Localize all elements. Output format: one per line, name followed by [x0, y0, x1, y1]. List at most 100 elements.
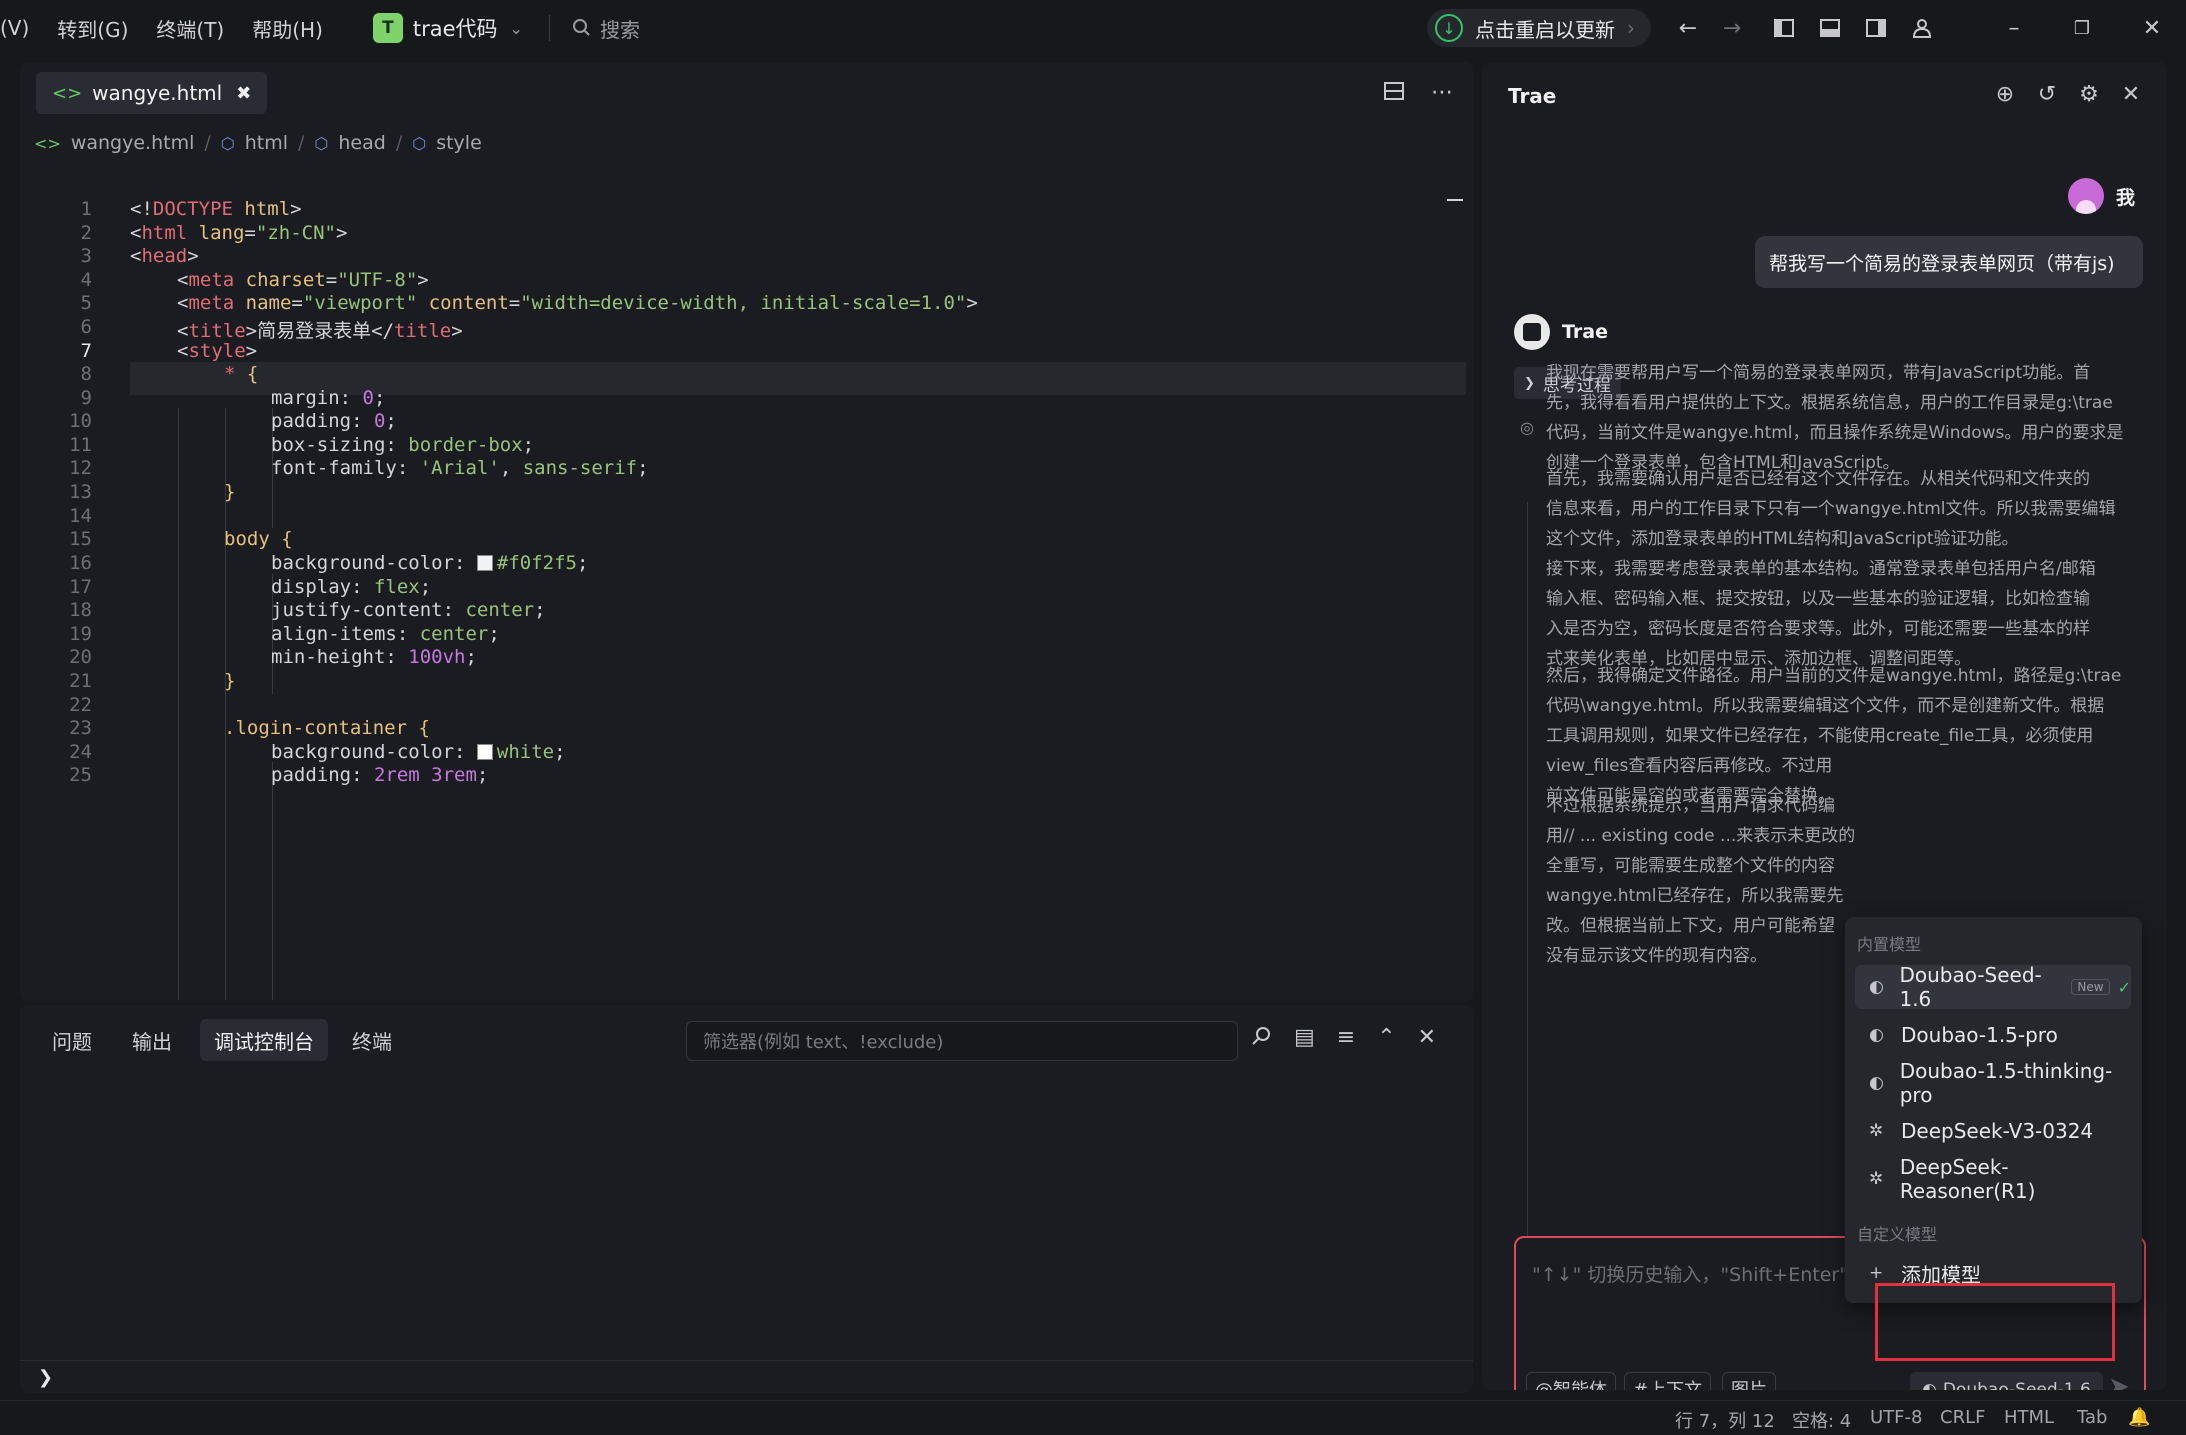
- project-name: trae代码: [412, 17, 498, 41]
- image-chip[interactable]: 图片: [1722, 1372, 1776, 1390]
- code-area[interactable]: 1 2 3 4 5 6 7 8 9 10 11 12 13 14 15 16 17 18 19 20 21 22 23 24 2…: [20, 180, 1473, 1000]
- breadcrumb-separator: /: [395, 132, 403, 154]
- chevron-down-icon: ❯: [1524, 375, 1535, 391]
- toggle-bottom-panel-icon[interactable]: [1814, 12, 1846, 44]
- close-tab-icon[interactable]: ✖: [236, 83, 251, 104]
- minimap-cursor: [1447, 199, 1463, 201]
- gear-icon[interactable]: ⚙: [2077, 82, 2101, 107]
- breadcrumb-separator: /: [204, 132, 211, 154]
- html-file-icon: <>: [52, 82, 83, 104]
- model-option[interactable]: ◐ Doubao-1.5-pro: [1855, 1013, 2131, 1057]
- check-icon: ✓: [2117, 977, 2131, 997]
- bell-icon[interactable]: 🔔: [2128, 1407, 2150, 1428]
- code-line: <!DOCTYPE html>: [130, 198, 302, 220]
- breadcrumb-item[interactable]: head: [338, 132, 385, 154]
- user-header: 我: [2067, 178, 2135, 214]
- code-line: }: [224, 481, 236, 503]
- close-window-icon[interactable]: ✕: [2136, 12, 2168, 44]
- menu-terminal[interactable]: 终端(T): [156, 14, 224, 43]
- doubao-icon: ◐: [1869, 977, 1884, 997]
- close-panel-icon[interactable]: ✕: [1418, 1025, 1436, 1053]
- history-icon[interactable]: ↺: [2035, 82, 2059, 107]
- section-label-custom: 自定义模型: [1857, 1225, 1938, 1244]
- tab-output[interactable]: 输出: [118, 1019, 186, 1061]
- code-line: display: flex;: [271, 576, 432, 598]
- code-line: <meta name="viewport" content="width=dev…: [177, 292, 978, 314]
- user-label: 我: [2115, 186, 2135, 209]
- project-switcher[interactable]: T trae代码 ⌄: [372, 13, 523, 43]
- model-option[interactable]: ✲ DeepSeek-V3-0324: [1855, 1109, 2131, 1153]
- filter-settings-icon[interactable]: ≡: [1337, 1025, 1355, 1053]
- find-icon[interactable]: [1250, 1025, 1272, 1053]
- tab-problems[interactable]: 问题: [38, 1019, 106, 1061]
- project-badge: T: [372, 13, 403, 43]
- divider: [548, 15, 550, 41]
- context-chip[interactable]: #上下文: [1624, 1372, 1712, 1390]
- user-message: 帮我写一个简易的登录表单网页（带有js): [1755, 236, 2143, 288]
- more-icon[interactable]: ⋯: [1431, 80, 1453, 108]
- back-arrow-icon[interactable]: ←: [1672, 12, 1704, 44]
- editor-tab[interactable]: <> wangye.html ✖: [36, 72, 268, 114]
- model-option[interactable]: ✲ DeepSeek-Reasoner(R1): [1855, 1155, 2131, 1203]
- encoding[interactable]: UTF-8: [1870, 1407, 1922, 1428]
- send-icon[interactable]: ➤: [2108, 1372, 2130, 1390]
- menu-goto[interactable]: 转到(G): [57, 14, 128, 43]
- code-line: background-color: white;: [271, 741, 566, 763]
- line-number: 14: [69, 505, 92, 527]
- agent-chip[interactable]: @智能体: [1526, 1372, 1616, 1390]
- update-label: 点击重启以更新: [1475, 17, 1615, 42]
- console-prompt-icon[interactable]: ❯: [38, 1367, 53, 1388]
- account-icon[interactable]: [1906, 12, 1938, 44]
- indent-spaces[interactable]: 空格: 4: [1792, 1407, 1851, 1433]
- search-box[interactable]: 搜索: [572, 14, 640, 43]
- model-dropdown: 内置模型 ◐ Doubao-Seed-1.6 New ✓ ◐ Doubao-1.…: [1845, 917, 2142, 1303]
- maximize-panel-icon[interactable]: ⌃: [1377, 1025, 1395, 1053]
- chat-title: Trae: [1508, 84, 1557, 108]
- avatar: [2067, 178, 2104, 214]
- element-icon: ⬡: [314, 133, 329, 153]
- split-editor-icon[interactable]: [1383, 80, 1405, 108]
- menu-help[interactable]: 帮助(H): [252, 14, 323, 43]
- line-ending[interactable]: CRLF: [1940, 1407, 1985, 1428]
- model-selector-button[interactable]: ◐ Doubao-Seed-1.6: [1910, 1372, 2103, 1390]
- code-line: <style>: [177, 340, 258, 362]
- line-number: 6: [80, 316, 92, 338]
- line-number: 22: [69, 694, 92, 716]
- tab-debug-console[interactable]: 调试控制台: [200, 1019, 328, 1061]
- trae-logo-icon: [1514, 314, 1550, 350]
- model-option[interactable]: ◐ Doubao-Seed-1.6 New ✓: [1855, 963, 2131, 1011]
- toggle-left-panel-icon[interactable]: [1768, 12, 1800, 44]
- divider: [20, 1360, 1473, 1361]
- line-number: 2: [80, 222, 92, 244]
- model-option[interactable]: ◐ Doubao-1.5-thinking-pro: [1855, 1059, 2131, 1107]
- filter-placeholder: 筛选器(例如 text、!exclude): [703, 1032, 944, 1053]
- tab-label: wangye.html: [92, 81, 223, 105]
- bottom-panel: 问题 输出 调试控制台 终端 筛选器(例如 text、!exclude) ▤ ≡…: [20, 1005, 1473, 1393]
- language-mode[interactable]: HTML: [2004, 1407, 2054, 1428]
- assistant-header: Trae: [1514, 314, 1608, 350]
- section-label-builtin: 内置模型: [1857, 935, 1922, 954]
- close-icon[interactable]: ✕: [2119, 82, 2143, 107]
- doubao-icon: ◐: [1922, 1380, 1937, 1390]
- filter-input[interactable]: 筛选器(例如 text、!exclude): [686, 1021, 1238, 1061]
- line-number: 18: [69, 599, 92, 621]
- breadcrumb-item[interactable]: style: [436, 132, 482, 154]
- doubao-icon: ◐: [1869, 1073, 1884, 1093]
- color-swatch[interactable]: [476, 744, 493, 760]
- restore-icon[interactable]: ❐: [2066, 12, 2098, 44]
- clear-console-icon[interactable]: ▤: [1294, 1025, 1315, 1053]
- minimize-icon[interactable]: –: [1998, 12, 2030, 44]
- breadcrumb-item[interactable]: wangye.html: [71, 132, 195, 154]
- tab-terminal[interactable]: 终端: [338, 1019, 406, 1061]
- new-chat-icon[interactable]: ⊕: [1993, 82, 2017, 107]
- indent-mode[interactable]: Tab: [2077, 1407, 2107, 1428]
- chevron-down-icon: ⌄: [509, 18, 523, 38]
- cursor-position[interactable]: 行 7，列 12: [1675, 1407, 1775, 1433]
- toggle-right-panel-icon[interactable]: [1860, 12, 1892, 44]
- html-file-icon: <>: [34, 133, 61, 153]
- forward-arrow-icon[interactable]: →: [1716, 12, 1748, 44]
- restart-update-button[interactable]: ↓ 点击重启以更新 ›: [1427, 9, 1651, 47]
- color-swatch[interactable]: [476, 555, 493, 571]
- menu-view[interactable]: (V): [0, 16, 29, 40]
- breadcrumb-item[interactable]: html: [245, 132, 288, 154]
